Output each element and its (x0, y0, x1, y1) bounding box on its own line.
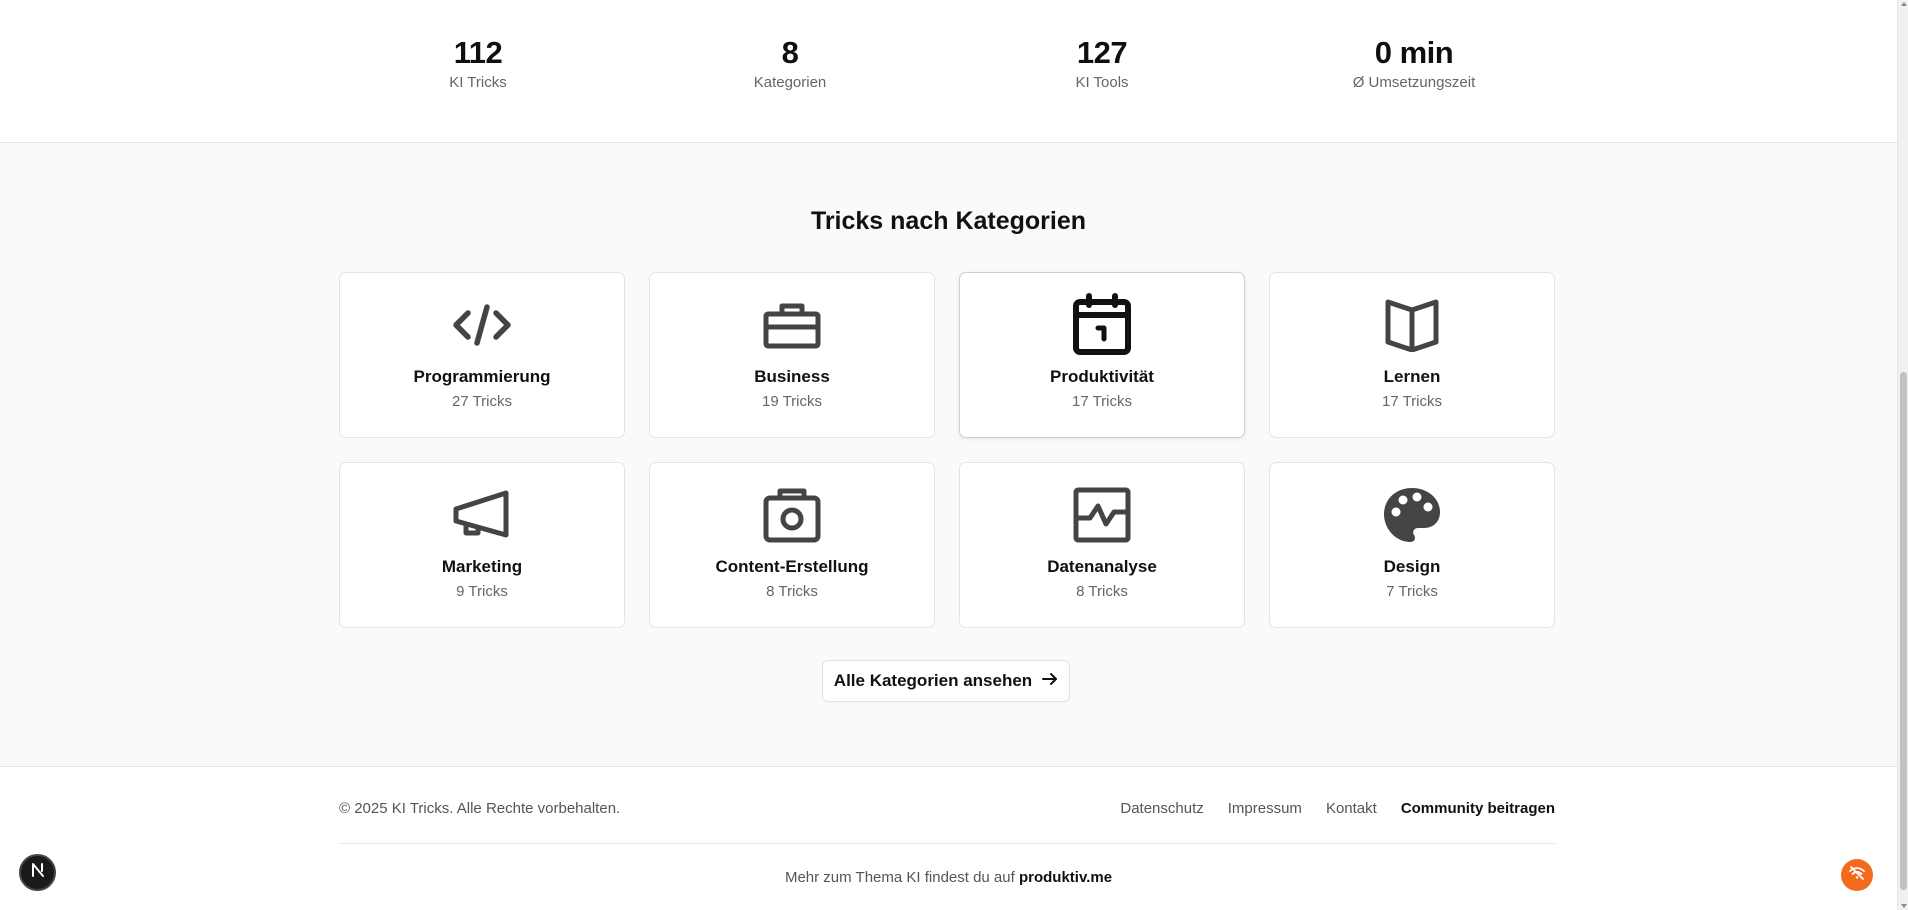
category-name: Business (754, 367, 830, 386)
category-count: 17 Tricks (1071, 393, 1132, 410)
category-name: Marketing (441, 557, 523, 576)
category-card-produktivitaet[interactable]: Produktivität 17 Tricks (959, 272, 1245, 438)
footer-link-community[interactable]: Community beitragen (1401, 800, 1555, 817)
page-scrollbar[interactable] (1897, 0, 1908, 910)
scroll-up-arrow[interactable] (1901, 2, 1907, 6)
category-name: Datenanalyse (1047, 557, 1157, 576)
stats-section: 112 KI Tricks 8 Kategorien 127 KI Tools … (0, 0, 1897, 143)
scroll-down-arrow[interactable] (1901, 904, 1907, 908)
chart-icon (960, 483, 1244, 547)
category-card-business[interactable]: Business 19 Tricks (649, 272, 935, 438)
briefcase-icon (650, 293, 934, 357)
wifi-off-button[interactable] (1841, 859, 1873, 891)
all-categories-label: Alle Kategorien ansehen (833, 671, 1033, 690)
nextjs-icon (29, 861, 47, 884)
footer-link-datenschutz[interactable]: Datenschutz (1120, 800, 1203, 817)
category-count: 8 Tricks (1076, 583, 1128, 600)
category-card-content-erstellung[interactable]: Content-Erstellung 8 Tricks (649, 462, 935, 628)
footer-more-text: Mehr zum Thema KI findest du auf (784, 869, 1015, 886)
stat-value: 8 (781, 35, 799, 70)
footer: © 2025 KI Tricks. Alle Rechte vorbehalte… (0, 768, 1897, 910)
arrow-right-icon (1042, 671, 1058, 691)
section-title: Tricks nach Kategorien (810, 207, 1087, 235)
stat-categories: 8 Kategorien (670, 34, 910, 93)
megaphone-icon (340, 483, 624, 547)
scrollbar-thumb[interactable] (1900, 372, 1907, 890)
category-card-marketing[interactable]: Marketing 9 Tricks (339, 462, 625, 628)
category-card-datenanalyse[interactable]: Datenanalyse 8 Tricks (959, 462, 1245, 628)
code-icon (340, 293, 624, 357)
category-name: Programmierung (413, 367, 551, 386)
category-count: 9 Tricks (456, 583, 508, 600)
category-name: Produktivität (1050, 367, 1154, 386)
footer-brand-link[interactable]: produktiv.me (1019, 869, 1112, 886)
wifi-off-icon (1848, 864, 1866, 887)
category-name: Design (1383, 557, 1441, 576)
categories-section: Tricks nach Kategorien Programmierung 27… (0, 143, 1897, 767)
category-count: 7 Tricks (1386, 583, 1438, 600)
copyright-text: © 2025 KI Tricks. Alle Rechte vorbehalte… (339, 800, 621, 817)
footer-nav: Datenschutz Impressum Kontakt Community … (1120, 800, 1555, 817)
nextjs-dev-badge[interactable] (19, 854, 56, 891)
category-name: Content-Erstellung (715, 557, 869, 576)
category-count: 17 Tricks (1381, 393, 1442, 410)
category-card-programmierung[interactable]: Programmierung 27 Tricks (339, 272, 625, 438)
stat-value: 112 (453, 35, 503, 70)
stat-label: KI Tricks (449, 74, 507, 91)
category-card-lernen[interactable]: Lernen 17 Tricks (1269, 272, 1555, 438)
all-categories-button[interactable]: Alle Kategorien ansehen (822, 660, 1070, 702)
stat-label: Ø Umsetzungszeit (1352, 74, 1476, 91)
calendar-icon (960, 293, 1244, 357)
stat-label: Kategorien (753, 74, 827, 91)
camera-icon (650, 483, 934, 547)
book-open-icon (1270, 293, 1554, 357)
stat-time: 0 min Ø Umsetzungszeit (1294, 34, 1534, 93)
footer-link-kontakt[interactable]: Kontakt (1326, 800, 1377, 817)
category-count: 27 Tricks (451, 393, 512, 410)
category-name: Lernen (1383, 367, 1441, 386)
stat-value: 0 min (1374, 35, 1454, 70)
palette-icon (1270, 483, 1554, 547)
category-card-design[interactable]: Design 7 Tricks (1269, 462, 1555, 628)
category-count: 8 Tricks (766, 583, 818, 600)
stat-value: 127 (1076, 35, 1128, 70)
footer-more: Mehr zum Thema KI findest du auf produkt… (0, 869, 1897, 886)
category-count: 19 Tricks (761, 393, 822, 410)
footer-divider (339, 843, 1555, 844)
stat-tools: 127 KI Tools (982, 34, 1222, 93)
footer-link-impressum[interactable]: Impressum (1228, 800, 1302, 817)
stat-tricks: 112 KI Tricks (358, 34, 598, 93)
stat-label: KI Tools (1075, 74, 1129, 91)
